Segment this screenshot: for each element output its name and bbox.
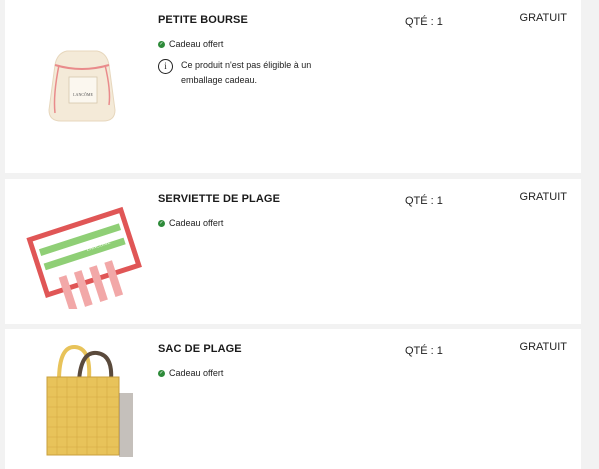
quantity: QTÉ : 1 [405,16,443,28]
gift-label: ✓ Cadeau offert [158,39,223,49]
price: GRATUIT [519,191,567,203]
info-icon: i [158,59,173,74]
gift-label-text: Cadeau offert [169,218,224,228]
product-name: SERVIETTE DE PLAGE [158,193,281,205]
gift-label: ✓ Cadeau offert [158,368,223,378]
cart-item-serviette-de-plage: LANCÔME SERVIETTE DE PLAGE ✓ Cadeau offe… [5,179,581,324]
product-image-serviette: LANCÔME [26,206,142,309]
gift-label-text: Cadeau offert [169,368,224,378]
bourse-logo-text: LANCÔME [73,92,93,97]
check-circle-icon: ✓ [158,40,165,48]
gift-label-text: Cadeau offert [169,39,224,49]
quantity: QTÉ : 1 [405,195,443,207]
product-name: SAC DE PLAGE [158,343,242,355]
price: GRATUIT [519,341,567,353]
gift-wrap-notice: i Ce produit n'est pas éligible à un emb… [158,58,338,88]
cart-item-petite-bourse: LANCÔME PETITE BOURSE ✓ Cadeau offert i … [5,0,581,173]
cart-item-sac-de-plage: SAC DE PLAGE ✓ Cadeau offert QTÉ : 1 GRA… [5,329,581,469]
check-circle-icon: ✓ [158,369,165,377]
price: GRATUIT [519,12,567,24]
gift-wrap-notice-text: Ce produit n'est pas éligible à un embal… [181,60,312,85]
quantity: QTÉ : 1 [405,345,443,357]
product-name: PETITE BOURSE [158,14,248,26]
check-circle-icon: ✓ [158,219,165,227]
gift-label: ✓ Cadeau offert [158,218,223,228]
product-image-petite-bourse: LANCÔME [48,50,116,122]
product-image-sac [46,345,133,457]
